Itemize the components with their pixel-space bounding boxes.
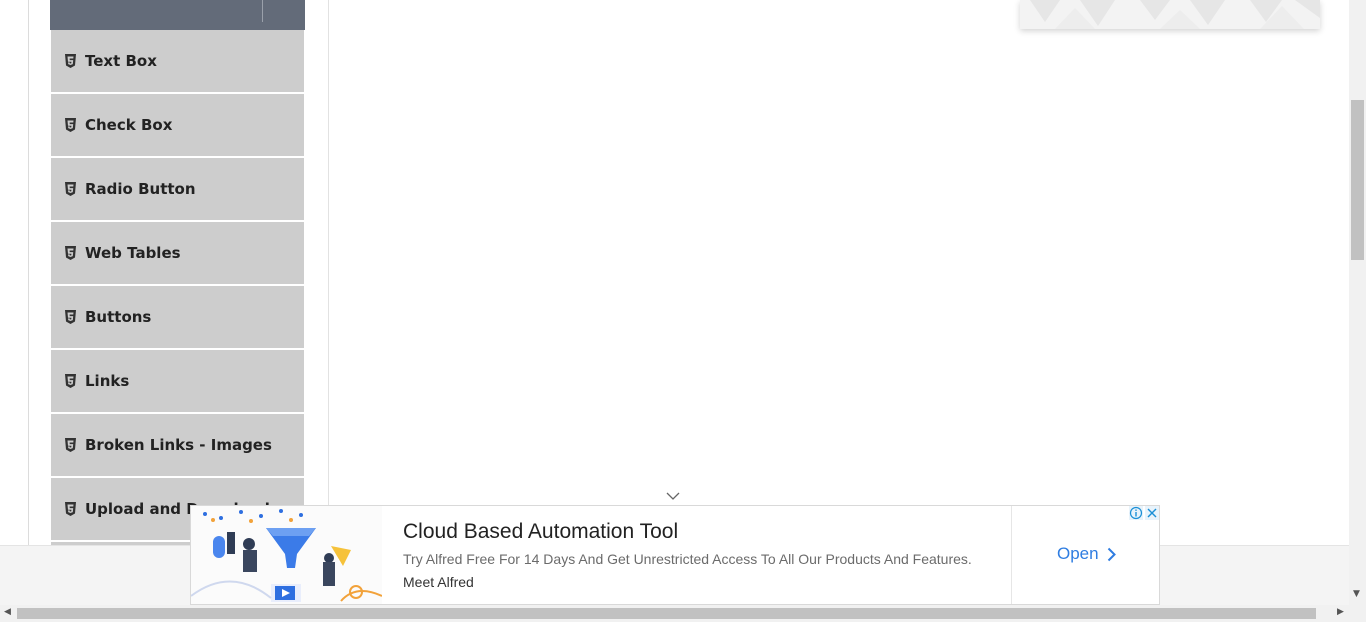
ad-description: Try Alfred Free For 14 Days And Get Unre… — [403, 551, 972, 567]
horizontal-scrollbar[interactable]: ◀ ▶ — [0, 605, 1366, 622]
sidebar-item-links[interactable]: Links — [51, 350, 304, 412]
main-content-border — [328, 0, 329, 545]
sidebar-item-web-tables[interactable]: Web Tables — [51, 222, 304, 284]
html5-icon — [65, 438, 76, 452]
html5-icon — [65, 54, 76, 68]
scroll-right-arrow-icon[interactable]: ▶ — [1337, 607, 1344, 617]
banner-pattern — [1030, 0, 1320, 29]
vertical-scrollbar[interactable]: ▼ — [1349, 0, 1366, 605]
html5-icon — [65, 246, 76, 260]
sidebar-item-check-box[interactable]: Check Box — [51, 94, 304, 156]
sidebar-item-label: Buttons — [85, 308, 152, 326]
content-left-border — [28, 0, 29, 545]
sidebar-item-label: Text Box — [85, 52, 157, 70]
chevron-right-icon — [1107, 547, 1116, 561]
close-icon[interactable] — [1145, 506, 1159, 520]
sidebar-item-label: Links — [85, 372, 130, 390]
top-banner-card — [1020, 0, 1320, 29]
ad-illustration[interactable] — [191, 506, 382, 604]
horizontal-scroll-thumb[interactable] — [17, 608, 1316, 619]
elements-group-header[interactable] — [50, 0, 305, 30]
sidebar-menu: Text Box Check Box Radio Button Web Tabl… — [50, 0, 305, 545]
sidebar-item-broken-links[interactable]: Broken Links - Images — [51, 414, 304, 476]
vertical-scroll-thumb[interactable] — [1351, 100, 1364, 260]
ad-divider — [1011, 506, 1012, 604]
sidebar-item-label: Check Box — [85, 116, 173, 134]
html5-icon — [65, 182, 76, 196]
ad-open-label: Open — [1057, 544, 1099, 563]
html5-icon — [65, 502, 76, 516]
html5-icon — [65, 118, 76, 132]
sidebar-item-label: Radio Button — [85, 180, 196, 198]
scroll-left-arrow-icon[interactable]: ◀ — [4, 607, 11, 617]
html5-icon — [65, 310, 76, 324]
header-divider — [262, 0, 263, 22]
scroll-down-arrow-icon[interactable]: ▼ — [1353, 589, 1360, 599]
sidebar-item-label: Web Tables — [85, 244, 181, 262]
ad-title[interactable]: Cloud Based Automation Tool — [403, 520, 678, 544]
funnel-illustration — [191, 509, 382, 602]
advertisement-banner[interactable]: Cloud Based Automation Tool Try Alfred F… — [190, 505, 1160, 605]
ad-open-button[interactable]: Open — [1057, 544, 1116, 564]
sidebar-item-text-box[interactable]: Text Box — [51, 30, 304, 92]
ad-info-icon[interactable] — [1129, 506, 1143, 520]
sidebar-item-radio-button[interactable]: Radio Button — [51, 158, 304, 220]
chevron-down-icon[interactable] — [665, 491, 681, 501]
html5-icon — [65, 374, 76, 388]
sidebar-item-label: Broken Links - Images — [85, 436, 272, 454]
sidebar-item-buttons[interactable]: Buttons — [51, 286, 304, 348]
ad-advertiser[interactable]: Meet Alfred — [403, 574, 474, 590]
